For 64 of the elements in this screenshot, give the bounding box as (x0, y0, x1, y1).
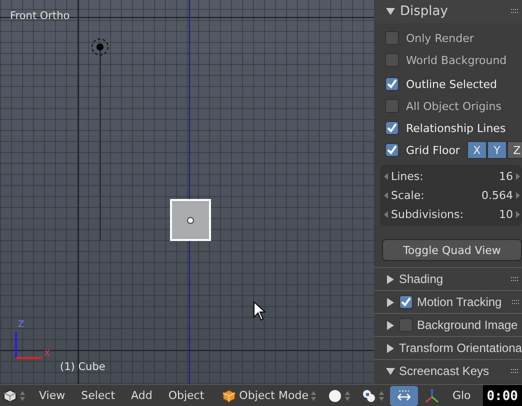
checkbox[interactable] (385, 53, 399, 67)
cube-icon (3, 388, 17, 402)
view-label: Front Ortho (10, 10, 70, 22)
up-down-arrows-icon (311, 390, 316, 402)
checkbox[interactable] (385, 121, 399, 135)
pivot-icon (362, 388, 376, 402)
number-field[interactable]: Lines: 16 (380, 167, 522, 186)
lamp-icon[interactable] (90, 37, 110, 57)
increment-arrow-icon[interactable] (516, 211, 520, 218)
expand-arrow-icon[interactable] (386, 344, 395, 352)
menu-item[interactable]: Select (73, 386, 124, 406)
cube-icon (222, 388, 236, 402)
decrement-arrow-icon[interactable] (384, 173, 388, 180)
expand-arrow-icon[interactable] (386, 274, 395, 284)
arrows-icon (396, 388, 412, 402)
checkbox[interactable] (399, 295, 413, 309)
expand-arrow-icon[interactable] (386, 298, 395, 306)
toggle-quad-view-button[interactable]: Toggle Quad View (382, 239, 522, 261)
option-label: Relationship Lines (406, 122, 506, 134)
checkbox[interactable] (385, 31, 399, 45)
z-axis-label: Z (18, 320, 24, 330)
axis-toggle[interactable]: Y (486, 141, 507, 159)
checkbox[interactable] (385, 143, 399, 157)
axis-toggle[interactable]: X (466, 141, 487, 159)
decrement-arrow-icon[interactable] (384, 192, 388, 199)
orientation-dropdown[interactable]: Glo (446, 389, 471, 402)
mouse-cursor-icon (253, 301, 267, 321)
x-axis-label: X (44, 349, 50, 359)
panel-title: Motion Tracking (417, 295, 502, 309)
expand-arrow-icon[interactable] (386, 320, 395, 330)
panel-header[interactable]: Display (374, 0, 522, 23)
sphere-icon (328, 388, 342, 402)
checkbox[interactable] (385, 77, 399, 91)
increment-arrow-icon[interactable] (516, 173, 520, 180)
panel-title: Display (400, 4, 449, 19)
menu-item[interactable]: View (31, 386, 74, 406)
number-field[interactable]: Scale: 0.564 (380, 186, 522, 205)
panel-title: Background Image (417, 318, 518, 332)
checkbox[interactable] (385, 99, 399, 113)
option-label: Outline Selected (406, 78, 497, 90)
decrement-arrow-icon[interactable] (384, 211, 388, 218)
object-label: (1) Cube (60, 361, 106, 373)
panel-title: Transform Orientationa (399, 341, 522, 355)
increment-arrow-icon[interactable] (516, 192, 520, 199)
mode-dropdown[interactable]: Object Mode (216, 386, 322, 406)
menu-item[interactable]: Object (160, 386, 212, 406)
collapse-arrow-icon[interactable] (386, 366, 395, 376)
up-down-arrows-icon (345, 390, 350, 402)
up-down-arrows-icon (20, 390, 25, 402)
option-label: Only Render (406, 32, 474, 44)
option-label: Grid Floor (406, 144, 460, 156)
viewport-grid[interactable]: Front Ortho Z X (1) Cube (0, 0, 374, 384)
panel-title: Shading (399, 272, 444, 286)
manipulator-toggle[interactable] (390, 386, 418, 406)
collapse-arrow-icon[interactable] (386, 7, 395, 16)
number-field[interactable]: Subdivisions: 10 (380, 205, 522, 224)
panel-title: Screencast Keys (399, 364, 490, 378)
option-label: All Object Origins (406, 100, 502, 112)
option-label: World Background (406, 54, 507, 66)
timer-overlay: 0:00 (482, 385, 522, 406)
up-down-arrows-icon (379, 390, 384, 402)
menu-item[interactable]: Add (123, 386, 160, 406)
axis-toggle[interactable]: Z (506, 141, 522, 159)
checkbox[interactable] (399, 318, 413, 332)
